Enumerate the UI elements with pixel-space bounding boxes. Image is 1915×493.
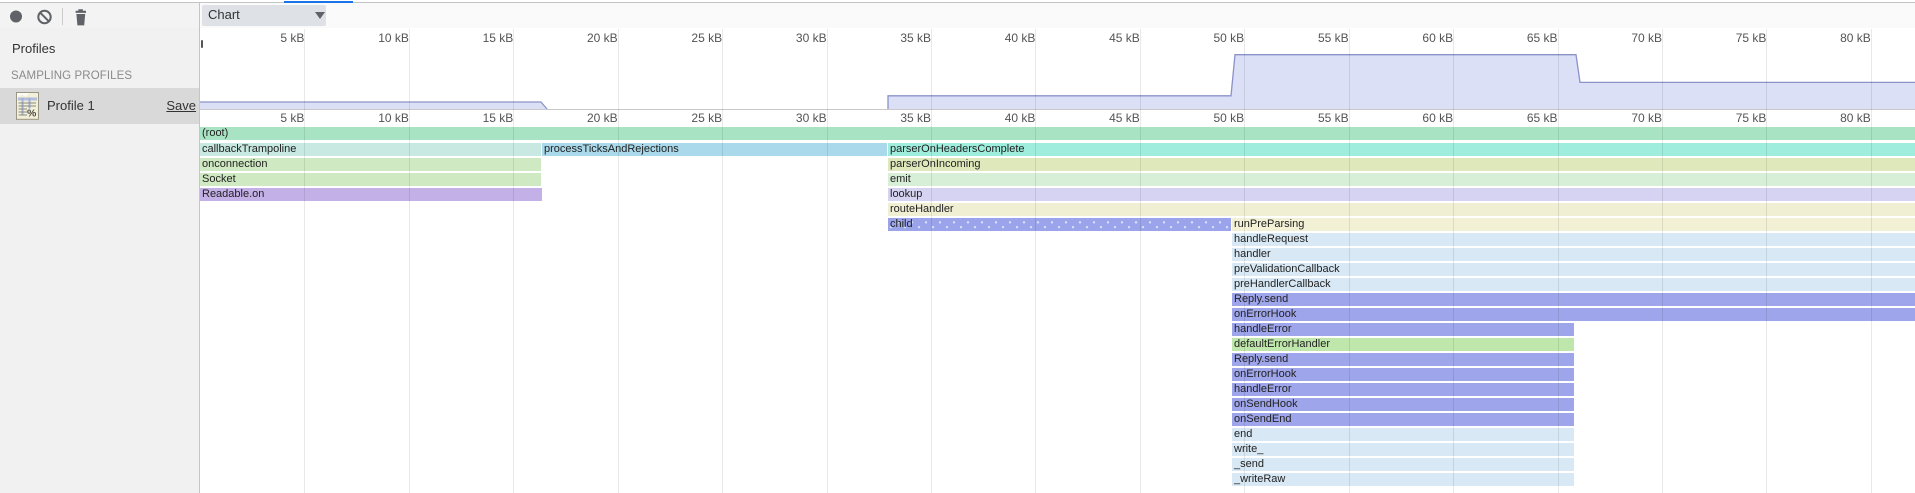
- svg-text:%: %: [27, 108, 37, 120]
